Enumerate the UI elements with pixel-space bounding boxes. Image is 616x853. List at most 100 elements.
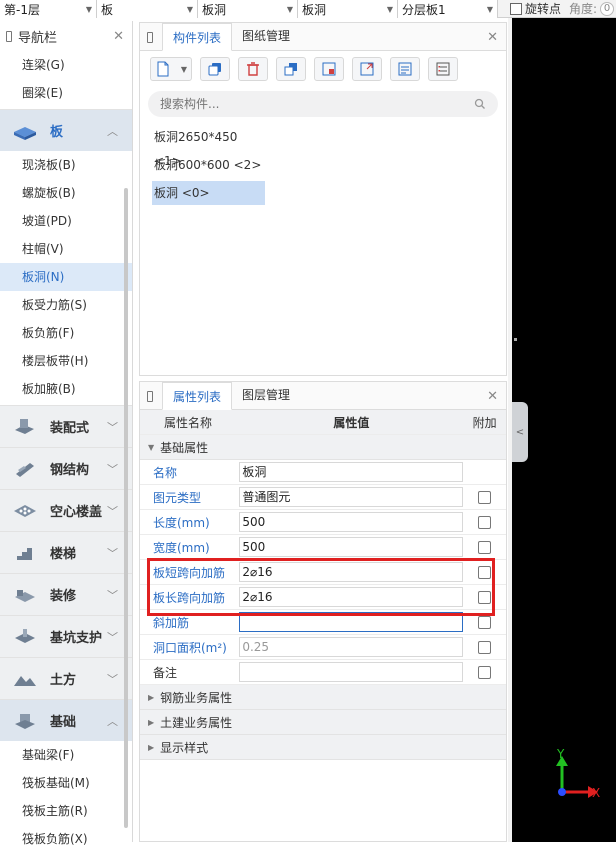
nav-item[interactable]: 筏板负筋(X) <box>0 825 132 853</box>
checkbox-icon <box>510 2 522 15</box>
nav-title: 导航栏 <box>18 30 58 46</box>
tab-drawing-management[interactable]: 图纸管理 <box>232 22 300 50</box>
property-icon <box>436 62 450 76</box>
component-search[interactable] <box>148 91 498 117</box>
nav-item[interactable]: 坡道(PD) <box>0 207 132 235</box>
copy-to-floor-button[interactable] <box>276 57 306 81</box>
attach-checkbox[interactable] <box>478 490 492 504</box>
nav-item[interactable]: 筏板主筋(R) <box>0 797 132 825</box>
nav-category-slab[interactable]: 板 ︿ <box>0 109 132 151</box>
collapse-panel-button[interactable]: < <box>512 402 528 462</box>
nav-category-prefab[interactable]: 装配式 ﹀ <box>0 405 132 447</box>
list-icon <box>398 62 412 76</box>
tab-component-list[interactable]: 构件列表 <box>162 23 233 51</box>
layer-select[interactable]: 分层板1 ▼ <box>398 0 498 18</box>
slab-icon <box>14 126 36 140</box>
stairs-icon <box>17 547 32 560</box>
nav-category-decoration[interactable]: 装修 ﹀ <box>0 573 132 615</box>
copy-icon <box>208 63 221 76</box>
nav-item[interactable]: 板受力筋(S) <box>0 291 132 319</box>
property-value-field[interactable] <box>239 662 464 682</box>
list-item[interactable]: 板洞600*600 <2> <box>152 153 265 177</box>
tab-property-list[interactable]: 属性列表 <box>162 382 233 410</box>
table-row: 长度(mm) 500 <box>140 510 506 535</box>
subtype-select[interactable]: 板洞 ▼ <box>198 0 298 18</box>
nav-scrollbar[interactable] <box>124 188 128 828</box>
property-value-field[interactable]: 500 <box>239 512 464 532</box>
prefab-icon <box>15 418 34 434</box>
list-view-button[interactable] <box>390 57 420 81</box>
search-icon[interactable] <box>474 98 486 110</box>
nav-item[interactable]: 柱帽(V) <box>0 235 132 263</box>
canvas-marker <box>514 338 517 341</box>
property-value-field[interactable]: 板洞 <box>239 462 464 482</box>
nav-category-steel[interactable]: 钢结构 ﹀ <box>0 447 132 489</box>
nav-category-foundation[interactable]: 基础 ︿ <box>0 699 132 741</box>
chevron-down-icon: ﹀ <box>107 420 118 434</box>
nav-category-stairs[interactable]: 楼梯 ﹀ <box>0 531 132 573</box>
table-row: 图元类型 普通图元 <box>140 485 506 510</box>
table-row: 名称 板洞 <box>140 460 506 485</box>
section-display-style[interactable]: ▶ 显示样式 <box>140 735 506 760</box>
nav-item[interactable]: 现浇板(B) <box>0 151 132 179</box>
search-input[interactable] <box>160 97 410 111</box>
chevron-down-icon: ▼ <box>85 4 92 14</box>
nav-item[interactable]: 板加腋(B) <box>0 375 132 403</box>
component-select[interactable]: 板洞 ▼ <box>298 0 398 18</box>
top-toolbar: 第-1层 ▼ 板 ▼ 板洞 ▼ 板洞 ▼ 分层板1 ▼ 旋转点 角度: 0 <box>0 0 616 18</box>
pin-icon[interactable] <box>147 32 153 43</box>
floor-select[interactable]: 第-1层 ▼ <box>0 0 97 18</box>
type-select[interactable]: 板 ▼ <box>97 0 198 18</box>
section-basic-properties[interactable]: ▼ 基础属性 <box>140 435 506 460</box>
close-icon[interactable]: ✕ <box>487 389 498 404</box>
nav-item[interactable]: 板负筋(F) <box>0 319 132 347</box>
attach-checkbox[interactable] <box>478 540 492 554</box>
earthwork-icon <box>14 675 36 686</box>
attach-checkbox[interactable] <box>478 640 492 654</box>
foundation-icon <box>15 713 35 729</box>
nav-category-earthwork[interactable]: 土方 ﹀ <box>0 657 132 699</box>
copy-button[interactable] <box>200 57 230 81</box>
decoration-icon <box>15 589 35 602</box>
tab-layer-management[interactable]: 图层管理 <box>232 381 300 409</box>
nav-category-pit-support[interactable]: 基坑支护 ﹀ <box>0 615 132 657</box>
chevron-down-icon: ▼ <box>386 4 393 14</box>
pin-icon[interactable] <box>147 391 153 402</box>
import-icon <box>322 62 336 76</box>
nav-item[interactable]: 筏板基础(M) <box>0 769 132 797</box>
nav-item[interactable]: 螺旋板(B) <box>0 179 132 207</box>
chevron-down-icon: ﹀ <box>107 546 118 560</box>
nav-item[interactable]: 基础梁(F) <box>0 741 132 769</box>
rotate-point-checkbox[interactable]: 旋转点 <box>498 0 562 17</box>
property-value-field[interactable]: 普通图元 <box>239 487 464 507</box>
import-button[interactable] <box>314 57 344 81</box>
list-item-selected[interactable]: 板洞 <0> <box>152 181 265 205</box>
attach-checkbox[interactable] <box>478 665 492 679</box>
expand-arrow-icon: ▶ <box>148 717 155 727</box>
nav-item[interactable]: 楼层板带(H) <box>0 347 132 375</box>
export-button[interactable] <box>352 57 382 81</box>
new-component-button[interactable]: ▼ <box>150 57 192 81</box>
axis-y-label: Y <box>556 747 565 761</box>
nav-item[interactable]: 连梁(G) <box>0 51 132 79</box>
angle-input[interactable]: 0 <box>600 1 615 16</box>
attach-checkbox[interactable] <box>478 515 492 529</box>
property-view-button[interactable] <box>428 57 458 81</box>
section-civil-properties[interactable]: ▶ 土建业务属性 <box>140 710 506 735</box>
close-icon[interactable]: ✕ <box>487 30 498 45</box>
chevron-down-icon: ﹀ <box>107 462 118 476</box>
section-rebar-properties[interactable]: ▶ 钢筋业务属性 <box>140 685 506 710</box>
list-item[interactable]: 板洞2650*450 <1> <box>152 125 265 168</box>
table-row: 备注 <box>140 660 506 685</box>
nav-item-selected[interactable]: 板洞(N) <box>0 263 132 291</box>
layers-copy-icon <box>284 63 297 76</box>
pin-icon[interactable] <box>6 30 12 42</box>
nav-category-hollow-floor[interactable]: 空心楼盖 ﹀ <box>0 489 132 531</box>
property-tabs: 属性列表 图层管理 ✕ <box>140 382 506 410</box>
chevron-left-icon: < <box>515 426 525 438</box>
nav-item[interactable]: 圈梁(E) <box>0 79 132 107</box>
close-icon[interactable]: ✕ <box>113 29 124 44</box>
property-value-field[interactable]: 500 <box>239 537 464 557</box>
attach-checkbox[interactable] <box>478 615 492 629</box>
delete-button[interactable] <box>238 57 268 81</box>
